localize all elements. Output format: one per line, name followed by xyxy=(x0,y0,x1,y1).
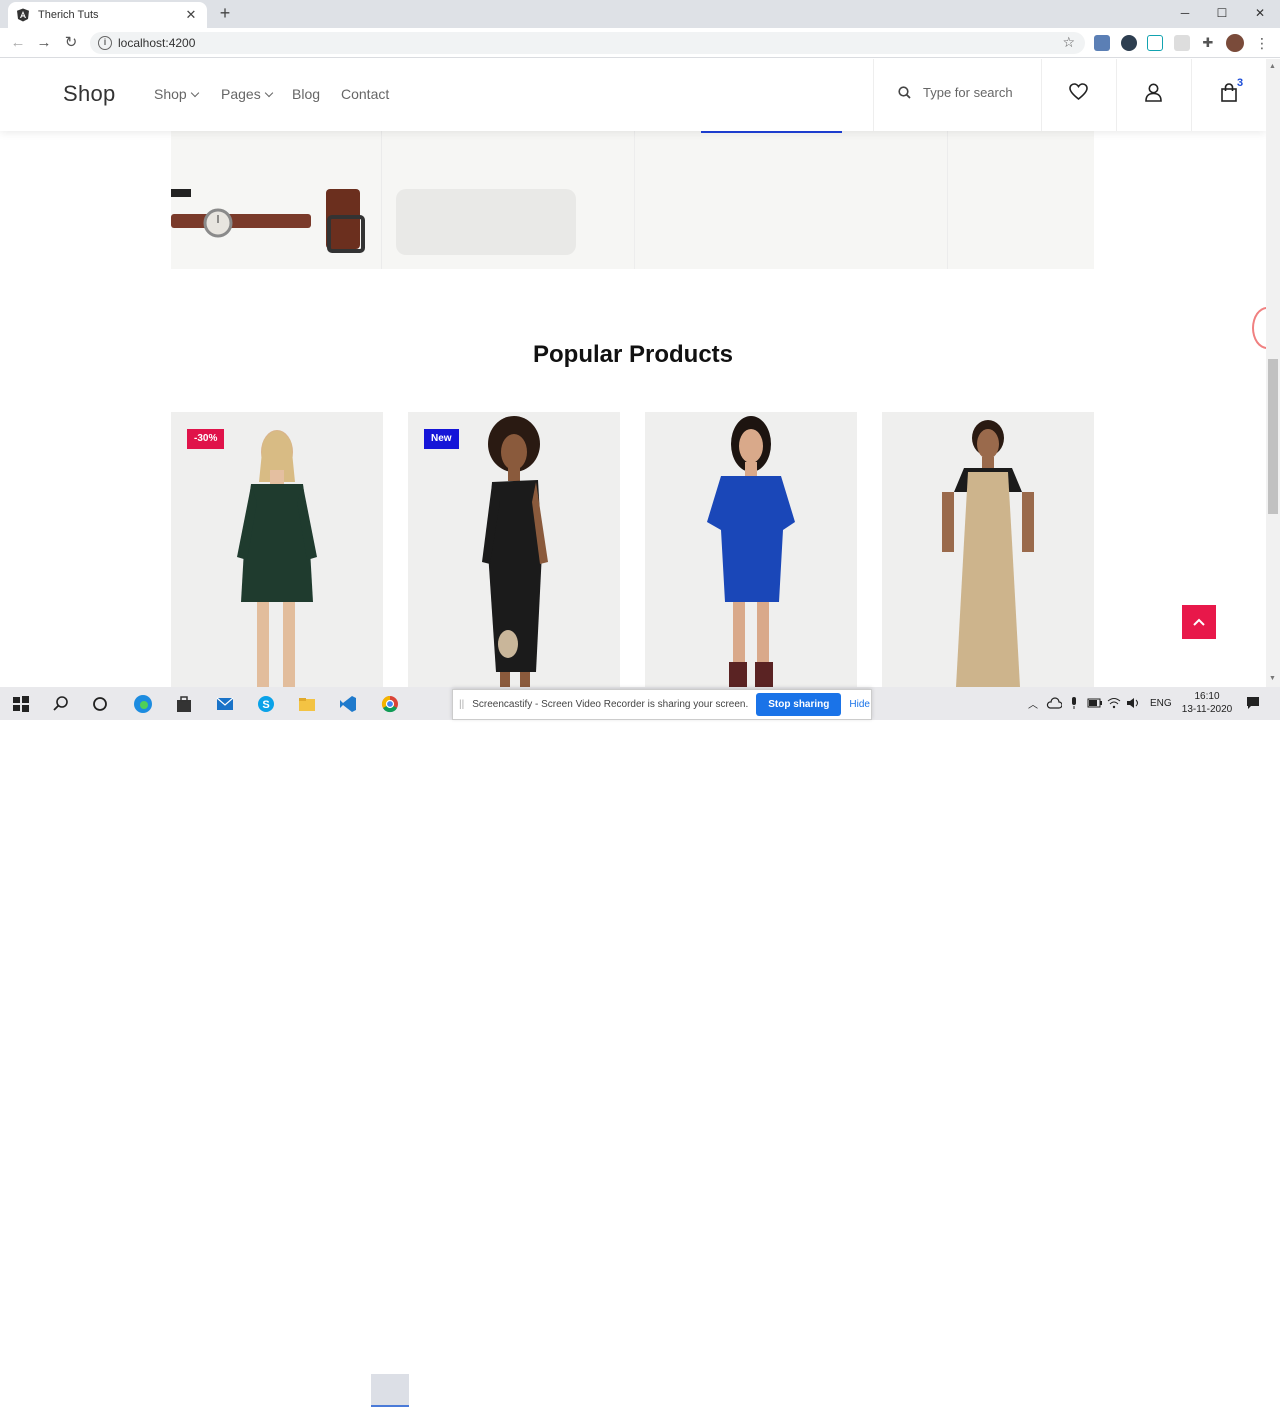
forward-arrow-icon[interactable]: → xyxy=(35,34,53,52)
microphone-icon[interactable] xyxy=(1069,696,1079,710)
product-card[interactable] xyxy=(645,412,857,687)
user-icon[interactable] xyxy=(1145,83,1162,107)
nav-item-pages[interactable]: Pages xyxy=(221,86,273,102)
clock-time: 16:10 xyxy=(1194,691,1220,702)
shield-icon[interactable] xyxy=(1174,35,1190,51)
mail-icon[interactable] xyxy=(216,695,234,713)
browser-tab-strip: Therich Tuts ✕ + ─ ☐ ✕ xyxy=(0,0,1280,28)
drag-handle-icon[interactable]: || xyxy=(459,699,464,710)
website-viewport: Shop Shop Pages Blog Contact Type for se… xyxy=(0,59,1266,687)
site-logo[interactable]: Shop xyxy=(63,81,116,107)
cloud-icon[interactable] xyxy=(1046,697,1062,709)
scrollbar-thumb[interactable] xyxy=(1268,359,1278,514)
nav-label: Pages xyxy=(221,86,261,102)
new-badge: New xyxy=(424,429,459,449)
divider xyxy=(873,59,874,131)
puzzle-icon[interactable]: ✚ xyxy=(1200,35,1216,51)
product-card[interactable]: New xyxy=(408,412,620,687)
browser-toolbar: ← → ↻ i localhost:4200 ☆ ✚ ⋮ xyxy=(0,28,1280,58)
language-indicator[interactable]: ENG xyxy=(1150,698,1172,709)
close-window-button[interactable]: ✕ xyxy=(1250,3,1270,23)
reload-icon[interactable]: ↻ xyxy=(62,34,80,52)
product-image xyxy=(171,412,383,687)
more-menu-icon[interactable]: ⋮ xyxy=(1254,35,1270,51)
divider xyxy=(1191,59,1192,131)
scroll-up-arrow-icon[interactable]: ▲ xyxy=(1269,63,1276,70)
section-title: Popular Products xyxy=(532,341,734,368)
new-tab-button[interactable]: + xyxy=(216,4,234,22)
wifi-icon[interactable] xyxy=(1107,697,1121,709)
address-bar[interactable]: i localhost:4200 ☆ xyxy=(90,32,1085,54)
screen-share-notification: || Screencastify - Screen Video Recorder… xyxy=(452,689,872,720)
chevron-up-icon[interactable]: ︿ xyxy=(1028,696,1038,711)
vscode-icon[interactable] xyxy=(339,695,357,713)
tab-title: Therich Tuts xyxy=(38,9,99,21)
maximize-button[interactable]: ☐ xyxy=(1212,3,1232,23)
search-box[interactable]: Type for search xyxy=(898,85,1013,100)
product-card[interactable] xyxy=(882,412,1094,687)
system-clock[interactable]: 16:10 13-11-2020 xyxy=(1172,690,1242,716)
edge-icon[interactable] xyxy=(133,694,153,714)
nav-item-contact[interactable]: Contact xyxy=(341,86,389,102)
share-message: Screencastify - Screen Video Recorder is… xyxy=(472,699,749,710)
nav-label: Shop xyxy=(154,86,187,102)
scroll-to-top-button[interactable] xyxy=(1182,605,1216,639)
scroll-down-arrow-icon[interactable]: ▼ xyxy=(1269,675,1276,682)
product-image xyxy=(882,412,1094,687)
browser-tab[interactable]: Therich Tuts ✕ xyxy=(8,2,207,28)
skype-icon[interactable]: S xyxy=(257,695,275,713)
page-scrollbar[interactable]: ▲ ▼ xyxy=(1266,59,1280,687)
avatar[interactable] xyxy=(1226,34,1244,52)
clock-date: 13-11-2020 xyxy=(1181,704,1233,715)
info-icon[interactable]: i xyxy=(98,36,112,50)
cart-count-badge: 3 xyxy=(1237,77,1244,89)
cart-icon[interactable] xyxy=(1221,83,1237,107)
close-tab-icon[interactable]: ✕ xyxy=(183,7,199,23)
search-placeholder: Type for search xyxy=(923,85,1013,100)
search-icon xyxy=(898,86,911,99)
divider xyxy=(1041,59,1042,131)
minimize-button[interactable]: ─ xyxy=(1175,3,1195,23)
chevron-down-icon xyxy=(190,88,199,98)
bookmark-star-icon[interactable]: ☆ xyxy=(1062,34,1075,51)
cortana-icon[interactable] xyxy=(91,695,109,713)
extension-icon-1[interactable] xyxy=(1094,35,1110,51)
notifications-icon[interactable] xyxy=(1246,696,1260,710)
nav-item-shop[interactable]: Shop xyxy=(154,86,199,102)
product-card[interactable]: -30% xyxy=(171,412,383,687)
taskbar-active-app[interactable] xyxy=(371,1374,409,1407)
hero-banner xyxy=(171,119,1094,269)
divider xyxy=(1116,59,1117,131)
volume-icon[interactable] xyxy=(1126,697,1140,709)
url-text: localhost:4200 xyxy=(118,36,196,50)
product-image xyxy=(408,412,620,687)
extension-icon-3[interactable] xyxy=(1147,35,1163,51)
chevron-up-icon xyxy=(1193,618,1205,626)
battery-icon[interactable] xyxy=(1087,698,1103,708)
heart-icon[interactable] xyxy=(1069,83,1088,106)
search-icon[interactable] xyxy=(52,695,70,713)
angular-icon xyxy=(16,8,30,22)
stop-sharing-button[interactable]: Stop sharing xyxy=(756,693,842,716)
site-header: Shop Shop Pages Blog Contact Type for se… xyxy=(0,59,1266,131)
discount-badge: -30% xyxy=(187,429,225,449)
extension-icon-2[interactable] xyxy=(1121,35,1137,51)
product-image xyxy=(645,412,857,687)
hide-button[interactable]: Hide xyxy=(849,699,870,710)
svg-text:S: S xyxy=(262,699,269,711)
store-icon[interactable] xyxy=(175,695,193,713)
windows-start-icon[interactable] xyxy=(12,695,30,713)
nav-item-blog[interactable]: Blog xyxy=(292,86,320,102)
chevron-down-icon xyxy=(264,88,273,98)
back-arrow-icon[interactable]: ← xyxy=(9,34,27,52)
file-explorer-icon[interactable] xyxy=(298,695,316,713)
banner-image xyxy=(171,119,1094,269)
chrome-icon[interactable] xyxy=(381,695,399,713)
